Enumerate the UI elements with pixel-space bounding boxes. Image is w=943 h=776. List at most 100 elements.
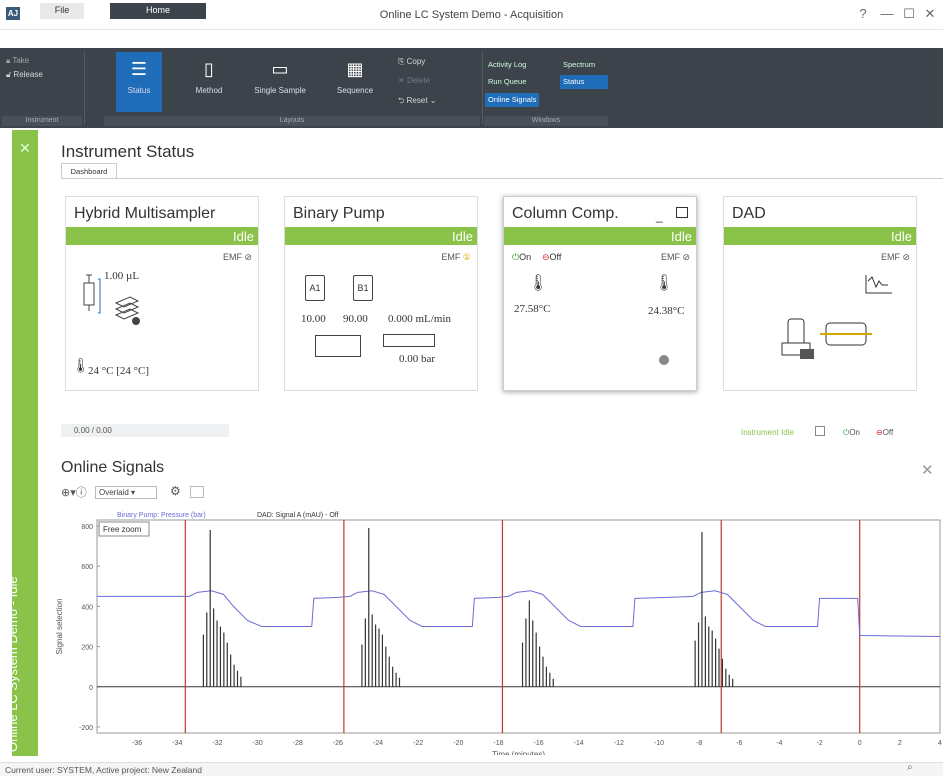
card-column-comp[interactable]: Column Comp. _ Idle ⏻On ⊖Off EMF ⊘ 🌡︎ 🌡︎…	[503, 196, 697, 391]
card-title: Binary Pump	[293, 205, 385, 222]
x-tick-label: -14	[574, 740, 584, 747]
warning-icon: ①	[462, 252, 471, 262]
solvent-b-percent: 90.00	[343, 313, 368, 325]
solvent-a-bottle: A1	[305, 275, 325, 301]
settings-icon[interactable]: ⚙	[170, 484, 181, 498]
legend-dad: DAD: Signal A (mAU) - Off	[257, 512, 339, 519]
book-icon: ▯	[204, 59, 214, 79]
tab-dashboard[interactable]: Dashboard	[61, 163, 117, 179]
status-text: Idle	[891, 229, 912, 244]
group-label-windows: Windows	[484, 116, 608, 126]
maximize-button[interactable]: ☐	[901, 6, 917, 22]
layout-status-button[interactable]: ☰ Status	[116, 52, 162, 112]
y-tick-label: 400	[81, 604, 93, 611]
run-progress-text: 0.00 / 0.00	[74, 426, 112, 435]
vial-icon: ▭	[271, 59, 289, 79]
group-label-layouts: Layouts	[104, 116, 480, 126]
maximize-card-icon[interactable]	[676, 207, 688, 218]
x-tick-label: -20	[453, 740, 463, 747]
y-tick-label: 200	[81, 645, 93, 652]
window-status[interactable]: Status	[560, 75, 608, 89]
copy-button[interactable]: ⎘ Copy	[398, 57, 425, 67]
window-spectrum[interactable]: Spectrum	[560, 58, 598, 72]
layout-sequence-button[interactable]: ▦ Sequence	[327, 52, 383, 112]
free-zoom-label: Free zoom	[103, 525, 142, 534]
right-temperature: 24.38°C	[648, 305, 685, 317]
display-mode-select[interactable]: Overlaid ▾	[95, 486, 157, 499]
tab-home[interactable]: Home	[110, 3, 206, 19]
ribbon-tab-strip	[0, 30, 943, 48]
info-icon[interactable]	[815, 426, 825, 436]
card-title: DAD	[732, 205, 766, 222]
x-axis-label: Time (minutes)	[492, 750, 545, 755]
reset-icon: ⮌	[398, 96, 407, 105]
layout-single-sample-button[interactable]: ▭ Single Sample	[250, 52, 310, 112]
zoom-icon[interactable]: ⓘ	[76, 487, 87, 499]
y-tick-label: -200	[79, 725, 93, 732]
tab-file[interactable]: File	[40, 3, 84, 19]
list-icon: ☰	[130, 59, 148, 79]
status-text: Idle	[671, 229, 692, 244]
instrument-state: Instrument Idle	[741, 428, 794, 437]
y-tick-label: 600	[81, 564, 93, 571]
y-tick-label: 0	[89, 685, 93, 692]
close-button[interactable]: ✕	[922, 6, 938, 22]
minimize-button[interactable]: —	[879, 6, 895, 21]
tab-divider	[61, 178, 943, 179]
card-title: Column Comp.	[512, 205, 619, 222]
x-tick-label: -28	[293, 740, 303, 747]
x-tick-label: -30	[253, 740, 263, 747]
column-off-button[interactable]: ⊖Off	[542, 252, 561, 263]
emf-indicator: EMF ⊘	[880, 252, 910, 262]
card-multisampler[interactable]: Hybrid Multisampler Idle EMF ⊘ 1.00 µL 🌡…	[65, 196, 259, 391]
help-button[interactable]: ?	[855, 6, 871, 21]
y-axis-label: Signal selection	[55, 598, 64, 654]
copy-icon: ⎘	[398, 57, 407, 66]
emf-indicator: EMF ⊘	[222, 252, 252, 262]
x-tick-label: 4	[938, 740, 942, 747]
injector-icon	[83, 274, 140, 325]
thermometer-icon: 🌡︎	[528, 275, 549, 292]
status-bar	[504, 227, 696, 245]
solvent-b-bottle: B1	[353, 275, 373, 301]
reset-button[interactable]: ⮌ Reset ⌄	[398, 95, 436, 109]
current-user-status: Current user: SYSTEM, Active project: Ne…	[5, 765, 202, 775]
signals-close-icon[interactable]: ✕	[921, 461, 934, 479]
window-activity-log[interactable]: Activity Log	[485, 58, 529, 72]
search-icon[interactable]: ⌕	[907, 762, 913, 773]
release-button[interactable]: 🔓︎ Release	[6, 70, 43, 80]
x-tick-label: -26	[333, 740, 343, 747]
pressure-value: 0.00 bar	[399, 353, 436, 365]
lamp-detector-icon	[781, 318, 872, 359]
x-tick-label: -18	[493, 740, 503, 747]
card-dad[interactable]: DAD Idle EMF ⊘	[723, 196, 917, 391]
take-button[interactable]: 🔒︎ Take	[6, 56, 29, 66]
all-on-button[interactable]: ⏻On	[843, 428, 860, 438]
flow-rate: 0.000 mL/min	[388, 313, 451, 325]
minimize-card-icon[interactable]: _	[656, 209, 663, 223]
window-run-queue[interactable]: Run Queue	[485, 75, 529, 89]
x-tick-label: -24	[373, 740, 383, 747]
x-tick-label: -32	[212, 740, 222, 747]
camera-icon[interactable]	[190, 486, 204, 498]
delete-button[interactable]: ✕ Delete	[398, 76, 430, 85]
x-tick-label: -4	[776, 740, 782, 747]
window-online-signals[interactable]: Online Signals	[485, 93, 540, 107]
add-icon[interactable]	[659, 355, 669, 365]
online-signals-chart[interactable]: Free zoom-2000200400600800-36 -34 -32 -30 -2…	[50, 505, 943, 755]
column-on-button[interactable]: ⏻On	[512, 252, 531, 263]
thermometer-icon: 🌡︎	[654, 275, 675, 292]
check-icon: ⊘	[902, 252, 910, 262]
sidebar-close-icon[interactable]: ✕	[12, 140, 38, 157]
card-binary-pump[interactable]: Binary Pump Idle EMF ① A1 B1 10.00 90.00…	[284, 196, 478, 391]
crosshair-icon[interactable]: ⊕	[61, 487, 70, 499]
check-icon: ⊘	[682, 252, 690, 262]
status-text: Idle	[233, 229, 254, 244]
layout-method-button[interactable]: ▯ Method	[186, 52, 232, 112]
status-bar	[285, 227, 477, 245]
check-icon: ⊘	[244, 252, 252, 262]
status-text: Idle	[452, 229, 473, 244]
power-off-icon: ⊖	[876, 428, 883, 437]
power-off-icon: ⊖	[542, 252, 550, 262]
all-off-button[interactable]: ⊖Off	[876, 428, 893, 437]
